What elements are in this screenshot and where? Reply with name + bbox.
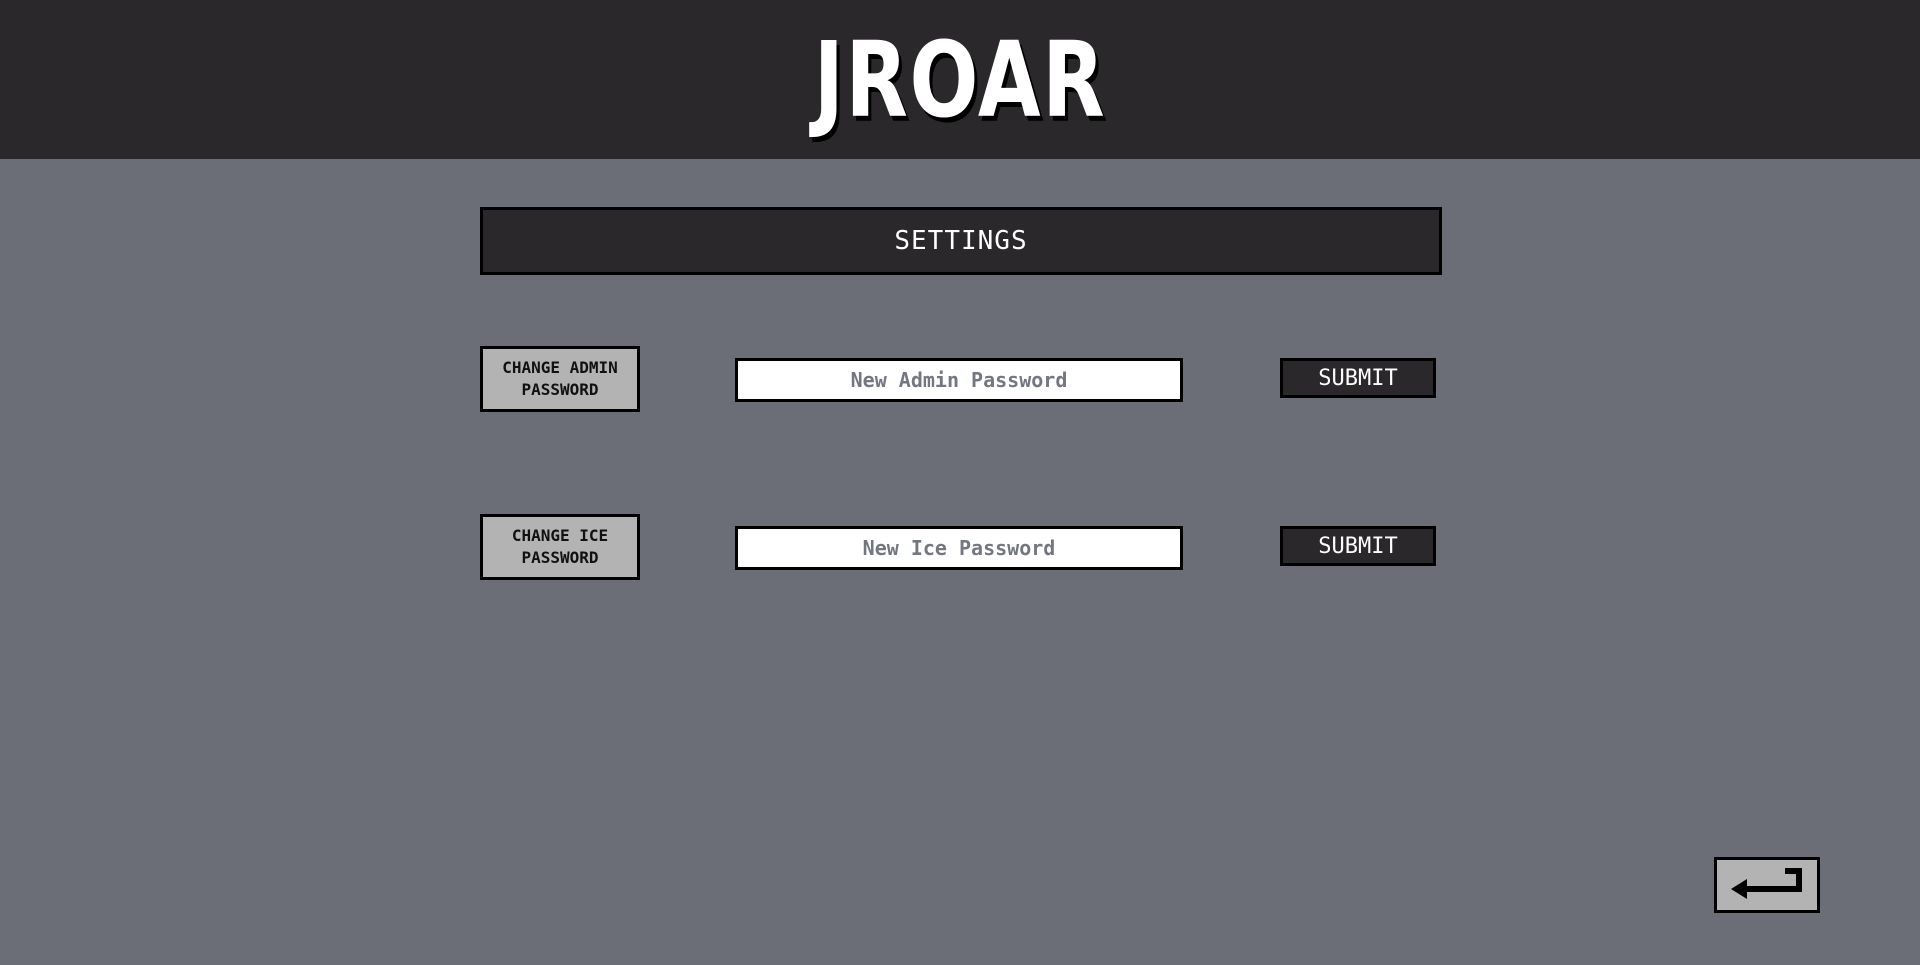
return-arrow-icon (1731, 868, 1802, 899)
submit-ice-password-button[interactable]: SUBMIT (1280, 526, 1436, 566)
new-ice-password-input[interactable] (735, 526, 1183, 570)
submit-admin-password-button[interactable]: SUBMIT (1280, 358, 1436, 398)
app-logo: JROAR (813, 18, 1107, 141)
back-button[interactable] (1714, 857, 1820, 913)
change-admin-password-label[interactable]: CHANGE ADMIN PASSWORD (480, 346, 640, 412)
page-title: SETTINGS (480, 207, 1442, 275)
change-ice-password-label[interactable]: CHANGE ICE PASSWORD (480, 514, 640, 580)
new-admin-password-input[interactable] (735, 358, 1183, 402)
